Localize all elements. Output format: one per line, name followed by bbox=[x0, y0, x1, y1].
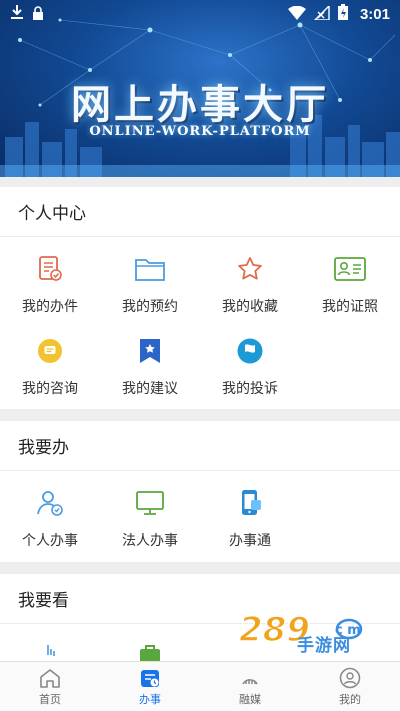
bookmark-icon bbox=[133, 334, 167, 368]
item-my-suggestions[interactable]: 我的建议 bbox=[100, 325, 200, 407]
work-calendar-icon bbox=[139, 667, 161, 689]
lock-icon bbox=[32, 5, 44, 24]
item-corporate-affairs[interactable]: 法人办事 bbox=[100, 477, 200, 559]
item-my-complaints[interactable]: 我的投诉 bbox=[200, 325, 300, 407]
personal-center-section: 个人中心 我的办件 我的预约 我的收藏 我的证照 我的咨询 我的建议 我的投诉 bbox=[0, 187, 400, 409]
item-service-app[interactable]: 办事通 bbox=[200, 477, 300, 559]
nav-home[interactable]: 首页 bbox=[0, 662, 100, 711]
star-icon bbox=[233, 252, 267, 286]
item-label: 我的办件 bbox=[22, 299, 78, 315]
monitor-icon bbox=[133, 486, 167, 520]
user-icon bbox=[339, 667, 361, 689]
section-title-personal-center: 个人中心 bbox=[0, 187, 400, 237]
item-label: 我的预约 bbox=[122, 299, 178, 315]
banner-title: 网上办事大厅 bbox=[71, 81, 329, 128]
item-label: 个人办事 bbox=[22, 533, 78, 549]
item-my-licenses[interactable]: 我的证照 bbox=[300, 243, 400, 325]
item-my-appointments[interactable]: 我的预约 bbox=[100, 243, 200, 325]
home-icon bbox=[39, 667, 61, 689]
person-icon bbox=[33, 486, 67, 520]
item-my-favorites[interactable]: 我的收藏 bbox=[200, 243, 300, 325]
battery-charging-icon bbox=[337, 4, 348, 24]
to-do-section: 我要办 个人办事 法人办事 办事通 bbox=[0, 421, 400, 562]
signal-off-icon bbox=[313, 3, 330, 24]
document-check-icon bbox=[33, 252, 67, 286]
item-label: 我的投诉 bbox=[222, 381, 278, 397]
nav-media[interactable]: 融媒 bbox=[200, 662, 300, 711]
section-title-to-do: 我要办 bbox=[0, 421, 400, 471]
flag-icon bbox=[233, 334, 267, 368]
item-label: 我的建议 bbox=[122, 381, 178, 397]
nav-mine[interactable]: 我的 bbox=[300, 662, 400, 711]
banner-subtitle: ONLINE-WORK-PLATFORM bbox=[89, 124, 311, 139]
media-icon bbox=[239, 667, 261, 689]
download-icon bbox=[10, 4, 24, 24]
status-bar: 3:01 bbox=[0, 0, 400, 28]
watermark-text: 手游网 bbox=[297, 636, 351, 656]
wifi-icon bbox=[287, 5, 306, 24]
item-my-consultations[interactable]: 我的咨询 bbox=[0, 325, 100, 407]
item-label: 我的证照 bbox=[322, 299, 378, 315]
nav-label: 首页 bbox=[39, 692, 61, 706]
item-my-cases[interactable]: 我的办件 bbox=[0, 243, 100, 325]
item-label: 办事通 bbox=[229, 533, 271, 549]
phone-app-icon bbox=[233, 486, 267, 520]
nav-label: 我的 bbox=[339, 692, 361, 706]
item-label: 我的收藏 bbox=[222, 299, 278, 315]
item-personal-affairs[interactable]: 个人办事 bbox=[0, 477, 100, 559]
watermark-logo: 289 c m 手游网 bbox=[235, 605, 385, 665]
chat-bubble-icon bbox=[33, 334, 67, 368]
bottom-navigation: 首页 办事 融媒 我的 bbox=[0, 661, 400, 711]
item-label: 法人办事 bbox=[122, 533, 178, 549]
nav-label: 融媒 bbox=[239, 692, 261, 706]
folder-icon bbox=[133, 252, 167, 286]
nav-label: 办事 bbox=[139, 692, 161, 706]
nav-work[interactable]: 办事 bbox=[100, 662, 200, 711]
status-time: 3:01 bbox=[359, 5, 390, 23]
item-label: 我的咨询 bbox=[22, 381, 78, 397]
id-card-icon bbox=[333, 252, 367, 286]
